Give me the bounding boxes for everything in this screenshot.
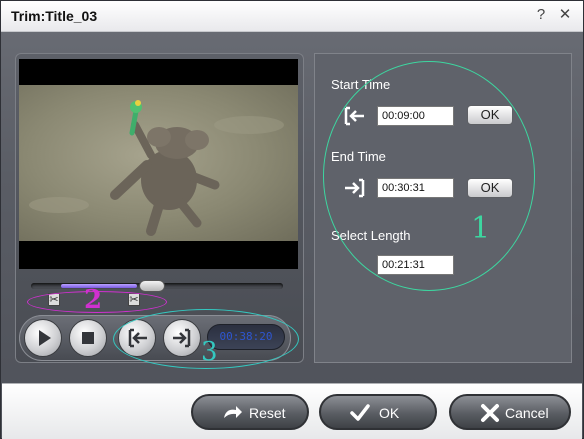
reset-button[interactable]: Reset xyxy=(191,394,309,430)
play-button[interactable] xyxy=(24,319,62,357)
ok-button-label: OK xyxy=(379,405,400,421)
help-button[interactable]: ? xyxy=(533,7,549,23)
trim-dialog: Trim:Title_03 ? ✕ ✂ ✂ 00:38:20 Start Tim… xyxy=(0,0,584,439)
cancel-button-label: Cancel xyxy=(505,405,549,421)
close-button[interactable]: ✕ xyxy=(557,7,573,23)
window-title: Trim:Title_03 xyxy=(11,8,98,24)
annotation-number-2: 2 xyxy=(84,285,103,315)
checkmark-icon xyxy=(350,404,370,421)
title-bar: Trim:Title_03 ? ✕ xyxy=(1,1,583,32)
reset-arrow-icon xyxy=(224,406,242,418)
timeline-slider-thumb[interactable] xyxy=(139,280,165,292)
stop-icon xyxy=(82,332,94,344)
annotation-ellipse-1 xyxy=(323,61,535,291)
stop-button[interactable] xyxy=(69,319,107,357)
cancel-button[interactable]: Cancel xyxy=(449,394,571,430)
ok-button[interactable]: OK xyxy=(319,394,437,430)
annotation-number-3: 3 xyxy=(201,337,218,367)
video-frame-image xyxy=(19,85,298,241)
cross-icon xyxy=(481,404,499,422)
annotation-number-1: 1 xyxy=(471,211,491,246)
reset-button-label: Reset xyxy=(249,405,286,421)
video-preview xyxy=(19,59,298,269)
play-icon xyxy=(39,330,51,346)
